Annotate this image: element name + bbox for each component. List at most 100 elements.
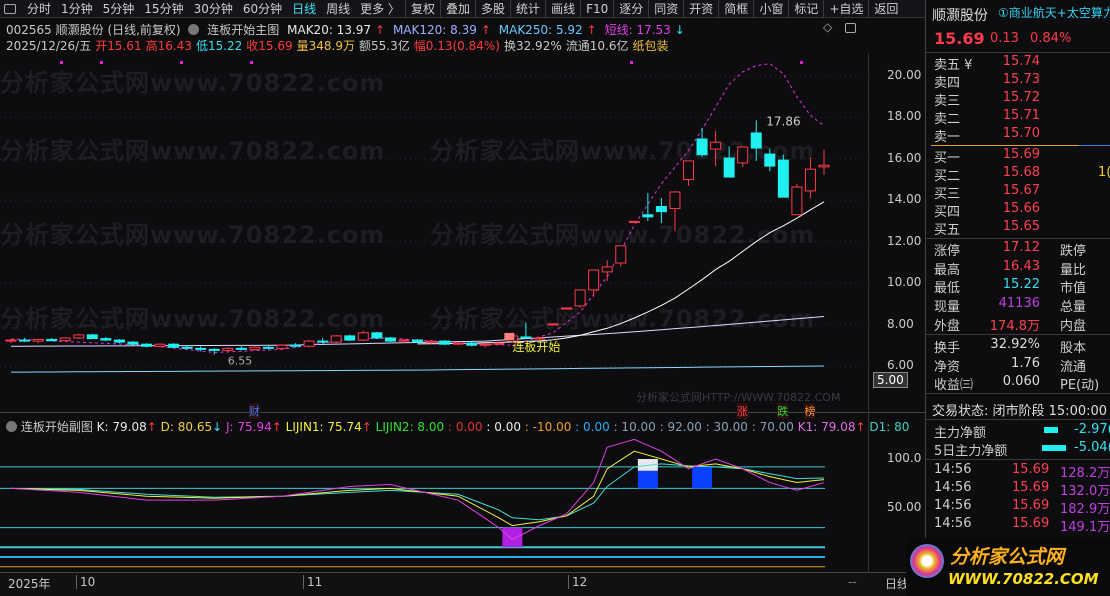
row-value: 41136 — [998, 296, 1040, 312]
quote-row: 卖一 15.70 — [932, 126, 1110, 145]
row-label-2: 股本 — [1060, 341, 1087, 356]
row-label: 收益㈢ — [934, 378, 974, 393]
ma20-line — [417, 201, 825, 345]
quote-date: 2025/12/26/五 — [6, 39, 92, 53]
indicator-dropdown-icon[interactable] — [188, 24, 200, 35]
event-marker[interactable]: 榜 — [804, 403, 816, 419]
candle-body — [384, 337, 396, 342]
candle-body — [777, 159, 789, 198]
quote-turnover: 换32.92% — [503, 39, 562, 53]
row-value: 15.72 — [1002, 90, 1040, 105]
down-arrow-icon: ↓ — [674, 23, 685, 37]
candle-body — [601, 266, 613, 273]
row-label: 换手 — [934, 341, 961, 356]
row-label: 买五 — [934, 223, 961, 238]
diamond-icon[interactable]: ◇ — [823, 20, 832, 34]
j-line — [10, 438, 825, 540]
scroll-button[interactable]: -- — [848, 575, 857, 589]
short-line — [10, 63, 825, 353]
main-indicator-name[interactable]: 连板开始主图 — [207, 23, 279, 37]
row-label: 现量 — [934, 300, 961, 316]
period-tab-1[interactable]: 1分钟 — [56, 0, 98, 18]
toolbar-button-8[interactable]: 开资 — [683, 0, 718, 18]
toolbar-button-6[interactable]: 逐分 — [613, 0, 648, 18]
period-tab-7[interactable]: 周线 — [321, 0, 355, 18]
toolbar-button-7[interactable]: 同资 — [648, 0, 683, 18]
quote-change: 幅0.13(0.84%) — [413, 39, 500, 53]
trade-volume: 182.9万 — [1060, 502, 1110, 517]
candle-body — [412, 339, 423, 343]
toolbar-button-9[interactable]: 简框 — [718, 0, 753, 18]
candle-body — [683, 160, 694, 181]
event-marker[interactable]: 涨 — [736, 403, 748, 419]
row-label: 最低 — [934, 281, 961, 297]
concept-tag[interactable]: ①商业航天+太空算力 — [998, 4, 1110, 21]
period-tab-6[interactable]: 日线 — [287, 0, 321, 18]
candle-body — [750, 132, 762, 149]
row-value: 16.43 — [1002, 258, 1040, 274]
bid2-volume: 1( — [1098, 165, 1110, 180]
toolbar-button-13[interactable]: 返回 — [868, 0, 903, 18]
candle-body — [290, 344, 302, 347]
brand-logo: 分析家公式网 WWW.70822.COM — [906, 538, 1110, 596]
logo-text: 分析家公式网 — [950, 546, 1065, 568]
row-value: 174.8万 — [989, 318, 1040, 334]
row-label: 买三 — [934, 187, 961, 202]
period-tab-8[interactable]: 更多 〉 — [355, 0, 405, 18]
price-axis[interactable]: 20.00 18.00 16.00 14.00 12.00 10.00 8.00 6.00 5.… — [868, 53, 925, 573]
sub-chart[interactable] — [0, 432, 868, 572]
candle-body — [452, 342, 464, 345]
up-arrow-icon: ↑ — [375, 23, 386, 37]
period-tab-4[interactable]: 30分钟 — [189, 0, 238, 18]
quote-row: 卖五 ¥ 15.74 — [932, 54, 1110, 73]
toolbar-button-2[interactable]: 多股 — [475, 0, 510, 18]
candle-body — [249, 346, 261, 350]
trade-row: 14:56 15.69 149.1万 — [932, 516, 1110, 535]
candle-body — [235, 347, 247, 350]
quote-row: 买四 15.66 — [932, 201, 1110, 220]
candle-body — [818, 164, 830, 168]
trade-price: 15.69 — [1012, 480, 1050, 495]
period-tab-3[interactable]: 15分钟 — [139, 0, 188, 18]
row-label: 净资 — [934, 359, 961, 375]
quote-row: 买五 15.65 — [932, 219, 1110, 238]
row-value: 15.69 — [1002, 147, 1040, 162]
toolbar-button-1[interactable]: 叠加 — [440, 0, 475, 18]
candle-body — [262, 346, 274, 349]
period-tab-5[interactable]: 60分钟 — [238, 0, 287, 18]
toolbar-button-0[interactable]: 复权 — [405, 0, 440, 18]
event-marker[interactable]: 跌 — [777, 403, 789, 419]
candle-body — [520, 336, 532, 339]
toolbar-button-3[interactable]: 统计 — [510, 0, 545, 18]
panel-toggle-icon[interactable] — [4, 3, 16, 14]
low-price-label: 6.55 — [228, 355, 253, 368]
trade-price: 15.69 — [1012, 498, 1050, 513]
quote-row: 现量 41136 总量 — [932, 296, 1110, 316]
capital-flow-row: 5日主力净额 -5.04( — [932, 440, 1110, 459]
toolbar-button-4[interactable]: 画线 — [545, 0, 580, 18]
candle-body — [561, 307, 573, 310]
signal-dot — [250, 61, 253, 64]
trade-time: 14:56 — [934, 516, 972, 531]
toolbar-button-10[interactable]: 小窗 — [753, 0, 788, 18]
panel-icon[interactable] — [845, 23, 856, 33]
main-chart[interactable]: 分析家公式网www.70822.com 分析家公式网www.70822.com … — [0, 53, 868, 413]
period-tab-2[interactable]: 5分钟 — [98, 0, 140, 18]
indicator-dropdown-icon[interactable] — [6, 421, 17, 432]
candle-body — [439, 340, 451, 345]
mak120-value: MAK120: 8.39 — [392, 23, 477, 37]
event-marker[interactable]: 财 — [248, 403, 260, 419]
row-value: 15.73 — [1002, 72, 1040, 87]
trade-price: 15.69 — [1012, 462, 1050, 477]
toolbar-button-11[interactable]: 标记 — [788, 0, 823, 18]
row-label: 最高 — [934, 262, 961, 278]
mak250-value: MAK250: 5.92 — [498, 23, 583, 37]
toolbar-button-5[interactable]: F10 — [580, 0, 613, 18]
candle-body — [669, 191, 681, 210]
period-tab-0[interactable]: 分时 — [22, 0, 56, 18]
mak20-value: MAK20: 13.97 — [287, 23, 372, 37]
candle-body — [723, 157, 735, 178]
quote-sector[interactable]: 纸包装 — [632, 39, 668, 53]
candle-body — [222, 347, 234, 351]
toolbar-button-12[interactable]: +自选 — [823, 0, 868, 18]
